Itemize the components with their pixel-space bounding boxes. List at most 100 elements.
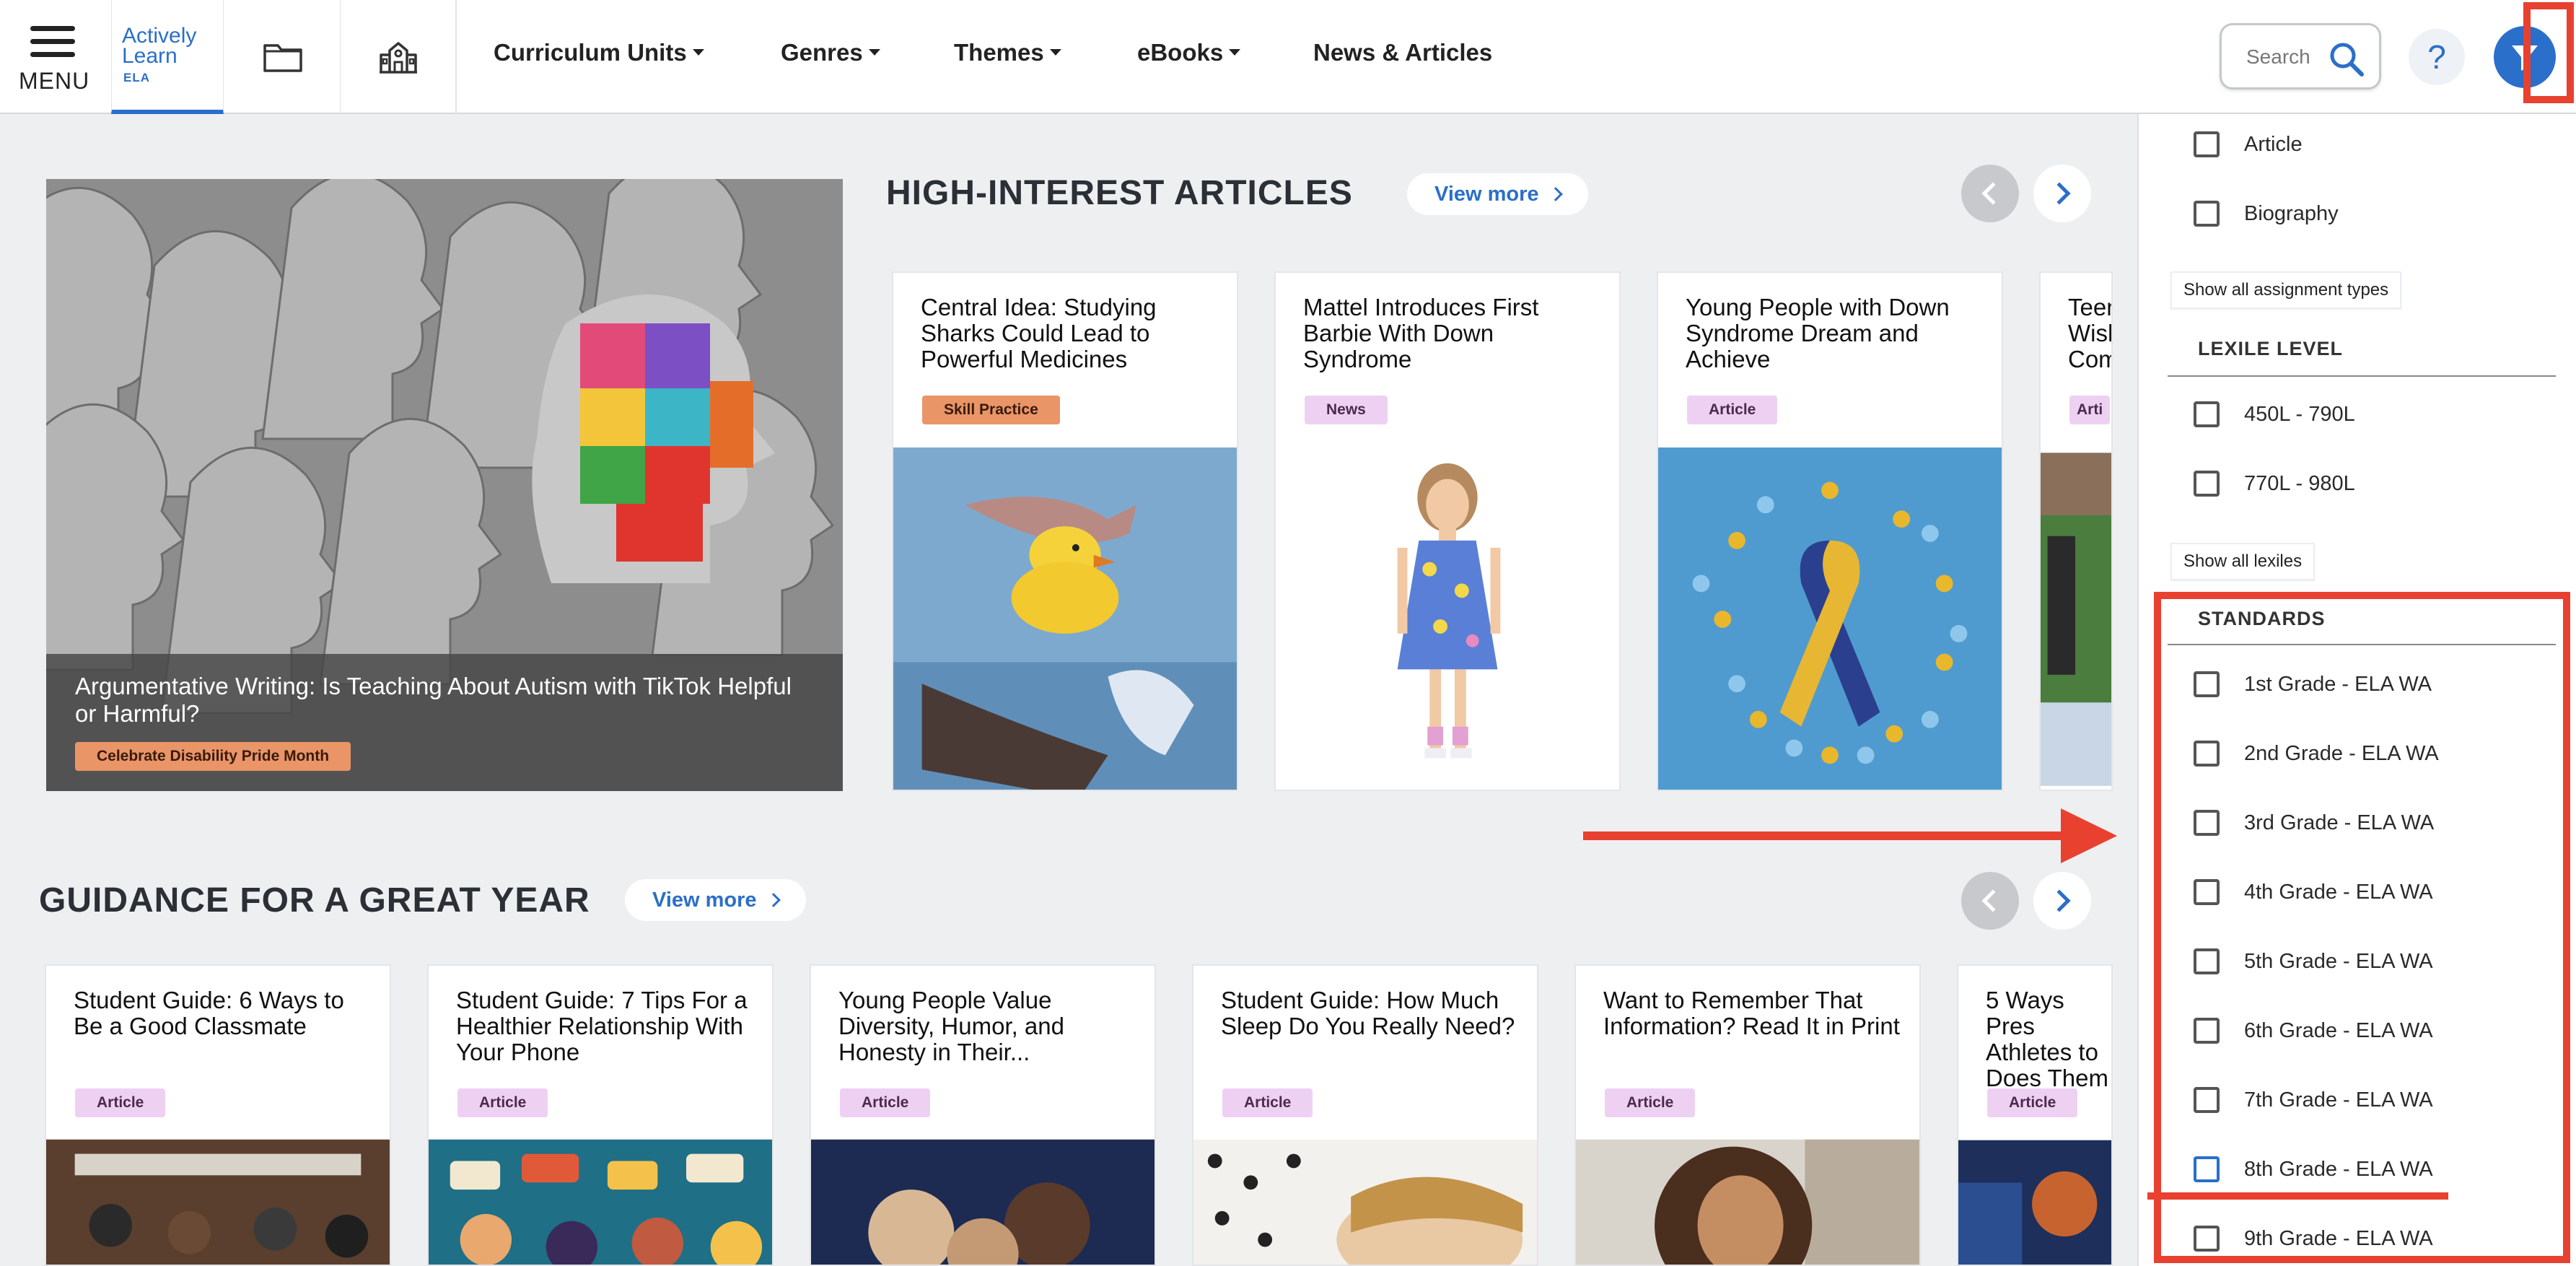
card-tag: Article [1987, 1088, 2078, 1117]
show-all-lexiles-button[interactable]: Show all lexiles [2170, 543, 2316, 580]
card-image-barbie [1276, 448, 1619, 790]
card-image-reading [1576, 1139, 1919, 1265]
filter-button-annotation-box [2523, 2, 2574, 103]
nav-genres[interactable]: Genres [781, 39, 880, 66]
filter-checkbox-lexile-450-790[interactable]: 450L - 790L [2194, 400, 2355, 429]
card-title: Want to Remember That Information? Read … [1603, 987, 1900, 1039]
filter-label: 450L - 790L [2244, 402, 2355, 426]
guidance-card[interactable]: Young People Value Diversity, Humor, and… [810, 964, 1156, 1266]
card-tag: Article [457, 1088, 548, 1117]
guidance-card[interactable]: Want to Remember That Information? Read … [1574, 964, 1921, 1266]
chevron-left-icon [1981, 182, 2005, 205]
filter-checkbox-lexile-770-980[interactable]: 770L - 980L [2194, 469, 2355, 498]
standards-annotation-box [2154, 592, 2570, 1263]
search-input[interactable]: Search [2220, 23, 2381, 90]
filter-checkbox-biography[interactable]: Biography [2194, 199, 2339, 228]
8th-grade-annotation-underline [2147, 1192, 2448, 1200]
article-card-partial[interactable]: Teen Wish Com Arti [2039, 271, 2113, 791]
card-title: 5 Ways Pres Athletes to Does Them [1986, 987, 2108, 1091]
lexile-level-heading: LEXILE LEVEL [2198, 338, 2344, 359]
nav-themes-label: Themes [954, 39, 1044, 66]
folder-button[interactable] [225, 0, 341, 114]
top-navigation-bar: MENU Actively Learn ELA Curriculum Units… [0, 0, 2576, 114]
card-title: Young People Value Diversity, Humor, and… [838, 987, 1064, 1065]
chevron-right-icon [2048, 182, 2071, 205]
search-icon [2330, 43, 2364, 77]
nav-ebooks-label: eBooks [1137, 39, 1224, 66]
article-card[interactable]: Mattel Introduces First Barbie With Down… [1274, 271, 1621, 791]
filter-label: 770L - 980L [2244, 471, 2355, 495]
checkbox[interactable] [2194, 201, 2220, 227]
checkbox[interactable] [2194, 471, 2220, 497]
nav-news-articles-label: News & Articles [1313, 39, 1493, 66]
card-image-sharks [893, 448, 1237, 790]
menu-label: MENU [19, 68, 90, 94]
section-title-high-interest: HIGH-INTEREST ARTICLES [886, 174, 1353, 212]
logo-ela-tag: ELA [123, 71, 150, 84]
view-more-label: View more [1434, 182, 1539, 206]
card-tag: Arti [2069, 396, 2111, 424]
filter-label: Biography [2244, 201, 2339, 225]
card-title: Central Idea: Studying Sharks Could Lead… [921, 294, 1157, 372]
folder-icon [263, 44, 302, 72]
chevron-left-icon [1981, 889, 2005, 912]
checkbox[interactable] [2194, 131, 2220, 157]
carousel-next-button[interactable] [2033, 165, 2091, 222]
card-title: Student Guide: 6 Ways to Be a Good Class… [74, 987, 344, 1039]
annotation-arrow-line [1583, 831, 2103, 840]
card-title: Teen Wish Com [2068, 294, 2111, 372]
carousel-prev-button[interactable] [1961, 872, 2019, 930]
divider [2168, 375, 2556, 377]
nav-curriculum-units-label: Curriculum Units [494, 39, 687, 66]
card-image-partial [2041, 453, 2111, 786]
logo-text-line2: Learn [122, 44, 178, 68]
carousel-next-button[interactable] [2033, 872, 2091, 930]
help-button[interactable]: ? [2409, 29, 2465, 85]
card-tag: Article [840, 1088, 931, 1117]
guidance-card-partial[interactable]: 5 Ways Pres Athletes to Does Them Articl… [1957, 964, 2113, 1266]
caret-down-icon [868, 48, 880, 56]
section-title-guidance: GUIDANCE FOR A GREAT YEAR [39, 881, 590, 920]
card-title: Student Guide: 7 Tips For a Healthier Re… [456, 987, 748, 1065]
article-card[interactable]: Central Idea: Studying Sharks Could Lead… [892, 271, 1238, 791]
nav-ebooks[interactable]: eBooks [1137, 39, 1241, 66]
filter-label: Article [2244, 132, 2303, 156]
card-tag: News [1305, 396, 1388, 424]
hero-tag: Celebrate Disability Pride Month [75, 742, 351, 771]
guidance-card[interactable]: Student Guide: 7 Tips For a Healthier Re… [427, 964, 774, 1266]
school-icon [379, 42, 417, 74]
view-more-label: View more [652, 888, 757, 912]
show-all-assignment-types-button[interactable]: Show all assignment types [2170, 271, 2402, 309]
card-image-athletes [1958, 1140, 2111, 1265]
card-image-classmates [46, 1139, 390, 1265]
guidance-card[interactable]: Student Guide: 6 Ways to Be a Good Class… [45, 964, 391, 1266]
hero-title: Argumentative Writing: Is Teaching About… [75, 673, 792, 727]
card-title: Student Guide: How Much Sleep Do You Rea… [1221, 987, 1515, 1039]
menu-button[interactable]: MENU [0, 0, 108, 114]
chevron-right-icon [766, 893, 781, 907]
card-image-young-people [811, 1139, 1155, 1265]
checkbox[interactable] [2194, 401, 2220, 427]
actively-learn-logo[interactable]: Actively Learn ELA [111, 0, 224, 114]
carousel-prev-button[interactable] [1961, 165, 2019, 222]
nav-themes[interactable]: Themes [954, 39, 1061, 66]
card-image-ribbon [1658, 448, 2002, 790]
guidance-card[interactable]: Student Guide: How Much Sleep Do You Rea… [1192, 964, 1538, 1266]
caret-down-icon [692, 48, 704, 56]
school-button[interactable] [341, 0, 456, 114]
view-more-high-interest-button[interactable]: View more [1407, 173, 1588, 215]
caret-down-icon [1229, 48, 1241, 56]
search-placeholder: Search [2246, 45, 2310, 68]
hero-caption: Argumentative Writing: Is Teaching About… [46, 654, 843, 791]
annotation-arrow-head-icon [2061, 808, 2117, 863]
filter-checkbox-article[interactable]: Article [2194, 130, 2303, 159]
hamburger-icon [30, 26, 75, 57]
nav-curriculum-units[interactable]: Curriculum Units [494, 39, 704, 66]
card-image-sleep [1193, 1139, 1537, 1265]
card-title: Mattel Introduces First Barbie With Down… [1303, 294, 1539, 372]
card-tag: Article [1687, 396, 1778, 424]
article-card[interactable]: Young People with Down Syndrome Dream an… [1657, 271, 2003, 791]
featured-article-hero[interactable]: Argumentative Writing: Is Teaching About… [46, 179, 843, 791]
nav-news-articles[interactable]: News & Articles [1313, 39, 1492, 66]
view-more-guidance-button[interactable]: View more [625, 879, 806, 921]
